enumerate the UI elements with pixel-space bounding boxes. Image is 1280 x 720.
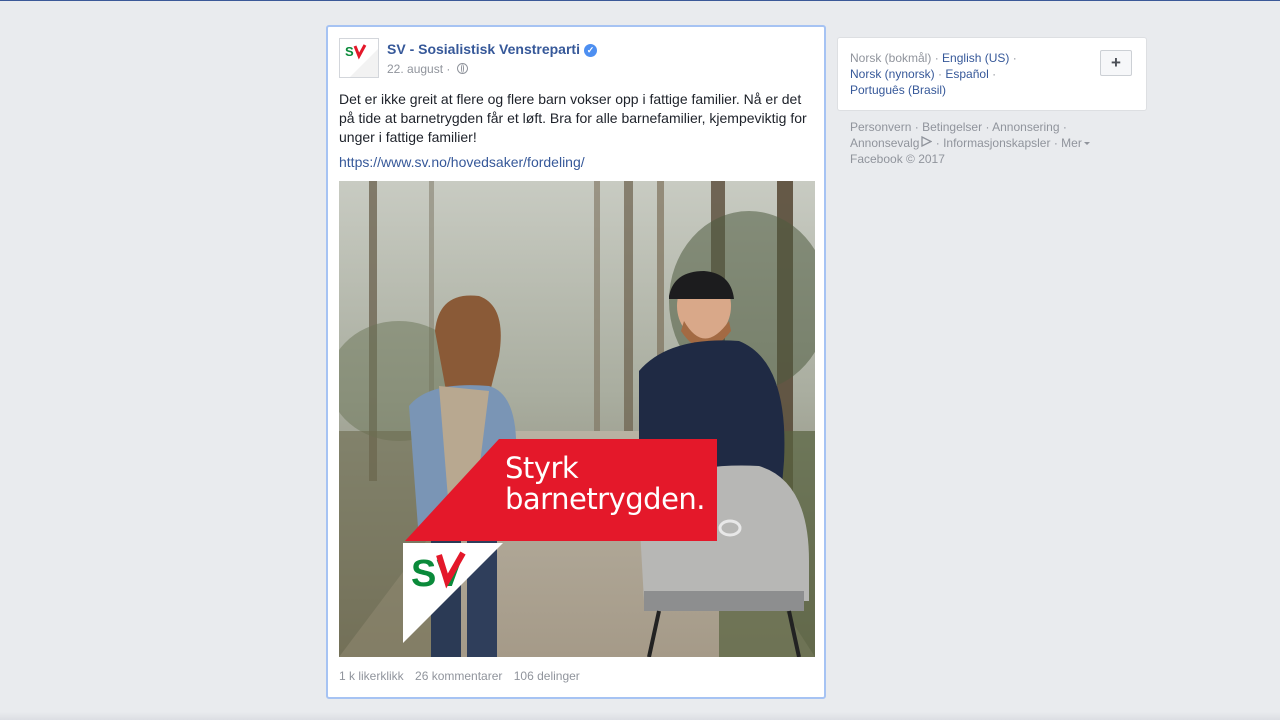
banner-line-1: Styrk [505, 451, 579, 485]
sv-image-logo: SV [411, 553, 462, 595]
footer-link-cookies[interactable]: Informasjonskapsler [943, 136, 1050, 150]
post-image[interactable]: SV Styrk barnetrygden. [339, 181, 815, 657]
banner-line-2: barnetrygden. [505, 482, 706, 516]
footer-more-menu[interactable]: Mer [1061, 136, 1090, 150]
top-bar-edge [0, 0, 1280, 1]
post-stats: 1 k likerklikk 26 kommentarer 106 deling… [339, 669, 588, 683]
add-language-button[interactable]: + [1100, 50, 1132, 76]
separator: · [985, 120, 990, 134]
post-card: S SV - Sosialistisk Venstreparti ✓ 22. au… [326, 25, 826, 699]
separator: · [938, 67, 943, 81]
comments-count[interactable]: 26 kommentarer [415, 669, 502, 683]
language-link-nynorsk[interactable]: Norsk (nynorsk) [850, 67, 935, 81]
verified-badge-icon: ✓ [583, 44, 597, 57]
image-banner-text: Styrk barnetrygden. [505, 451, 706, 516]
page-name[interactable]: SV - Sosialistisk Venstreparti [387, 41, 580, 57]
footer-link-adchoices[interactable]: Annonsevalg [850, 135, 933, 150]
bottom-edge [0, 712, 1280, 720]
page-name-link[interactable]: SV - Sosialistisk Venstreparti ✓ [387, 41, 597, 57]
separator: · [935, 136, 940, 150]
adchoices-label: Annonsevalg [850, 136, 920, 150]
sv-logo-icon: S [340, 39, 378, 77]
current-language: Norsk (bokmål) [850, 51, 932, 65]
footer-links: Personvern · Betingelser · Annonsering ·… [850, 119, 1110, 167]
likes-count[interactable]: 1 k likerklikk [339, 669, 404, 683]
separator: · [1053, 136, 1058, 150]
language-box: Norsk (bokmål) · English (US) · Norsk (n… [838, 38, 1146, 110]
separator: · [914, 120, 919, 134]
language-link-english[interactable]: English (US) [942, 51, 1009, 65]
photo-illustration: SV [339, 181, 815, 657]
separator: · [1062, 120, 1067, 134]
adchoices-icon [921, 135, 933, 148]
footer-link-privacy[interactable]: Personvern [850, 120, 911, 134]
footer-link-terms[interactable]: Betingelser [922, 120, 982, 134]
separator: · [992, 67, 997, 81]
post-meta: 22. august · [387, 62, 468, 76]
copyright: Facebook © 2017 [850, 152, 945, 166]
page-avatar[interactable]: S [339, 38, 379, 78]
separator: · [934, 51, 939, 65]
chevron-down-icon [1083, 142, 1090, 145]
language-link-portugues[interactable]: Português (Brasil) [850, 83, 946, 97]
post-date[interactable]: 22. august [387, 62, 443, 76]
separator: · [1012, 51, 1017, 65]
globe-icon[interactable] [456, 63, 468, 74]
shares-count[interactable]: 106 delinger [514, 669, 580, 683]
language-list: Norsk (bokmål) · English (US) · Norsk (n… [850, 50, 1090, 98]
date-separator: · [446, 62, 451, 76]
post-link[interactable]: https://www.sv.no/hovedsaker/fordeling/ [339, 154, 585, 170]
footer-link-advertising[interactable]: Annonsering [992, 120, 1059, 134]
language-link-espanol[interactable]: Español [945, 67, 988, 81]
more-label: Mer [1061, 136, 1082, 150]
svg-text:S: S [345, 44, 354, 59]
post-text: Det er ikke greit at flere og flere barn… [339, 91, 807, 145]
